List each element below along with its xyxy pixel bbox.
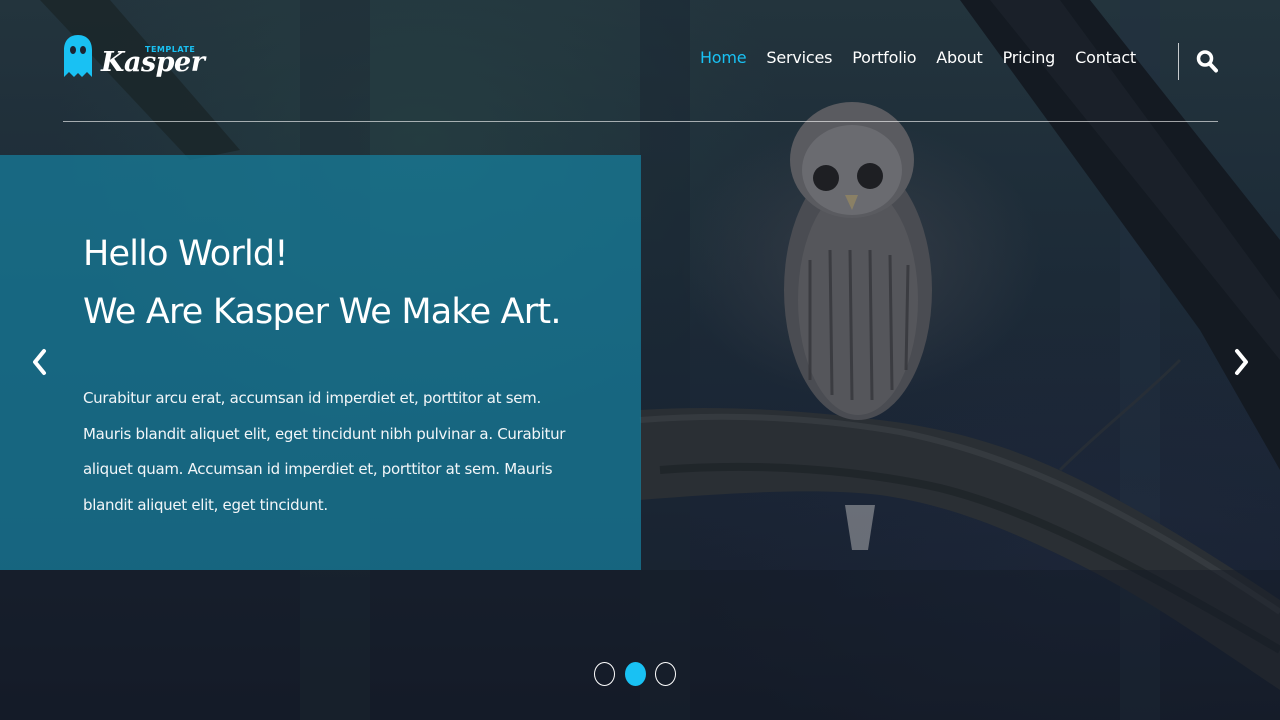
hero-content-box: Hello World! We Are Kasper We Make Art. … (0, 155, 641, 570)
hero-description: Curabitur arcu erat, accumsan id imperdi… (83, 389, 566, 514)
chevron-left-icon[interactable] (29, 348, 49, 376)
nav-portfolio[interactable]: Portfolio (852, 48, 916, 67)
slider-bullet-2[interactable] (624, 662, 646, 686)
chevron-right-icon[interactable] (1232, 348, 1252, 376)
nav-contact[interactable]: Contact (1075, 48, 1136, 67)
search-icon[interactable] (1196, 49, 1218, 73)
hero-section: TEMPLATE Kasper Home Services Portfolio … (0, 0, 1280, 720)
header-divider-line (63, 121, 1218, 122)
main-nav: Home Services Portfolio About Pricing Co… (680, 48, 1136, 67)
slider-bullet-1[interactable] (594, 662, 615, 686)
nav-divider (1178, 43, 1179, 80)
nav-pricing[interactable]: Pricing (1003, 48, 1056, 67)
hero-title-line1: Hello World! (83, 234, 288, 274)
nav-services[interactable]: Services (766, 48, 832, 67)
site-header: TEMPLATE Kasper Home Services Portfolio … (63, 30, 1218, 122)
slider-bullets (594, 662, 686, 686)
slider-bullet-3[interactable] (655, 662, 676, 686)
nav-about[interactable]: About (936, 48, 983, 67)
logo-wordmark: Kasper (101, 47, 205, 78)
hero-title-line2: We Are Kasper We Make Art. (83, 292, 561, 332)
nav-home[interactable]: Home (700, 48, 747, 67)
logo[interactable]: TEMPLATE Kasper (63, 33, 205, 89)
ghost-icon (64, 35, 92, 77)
